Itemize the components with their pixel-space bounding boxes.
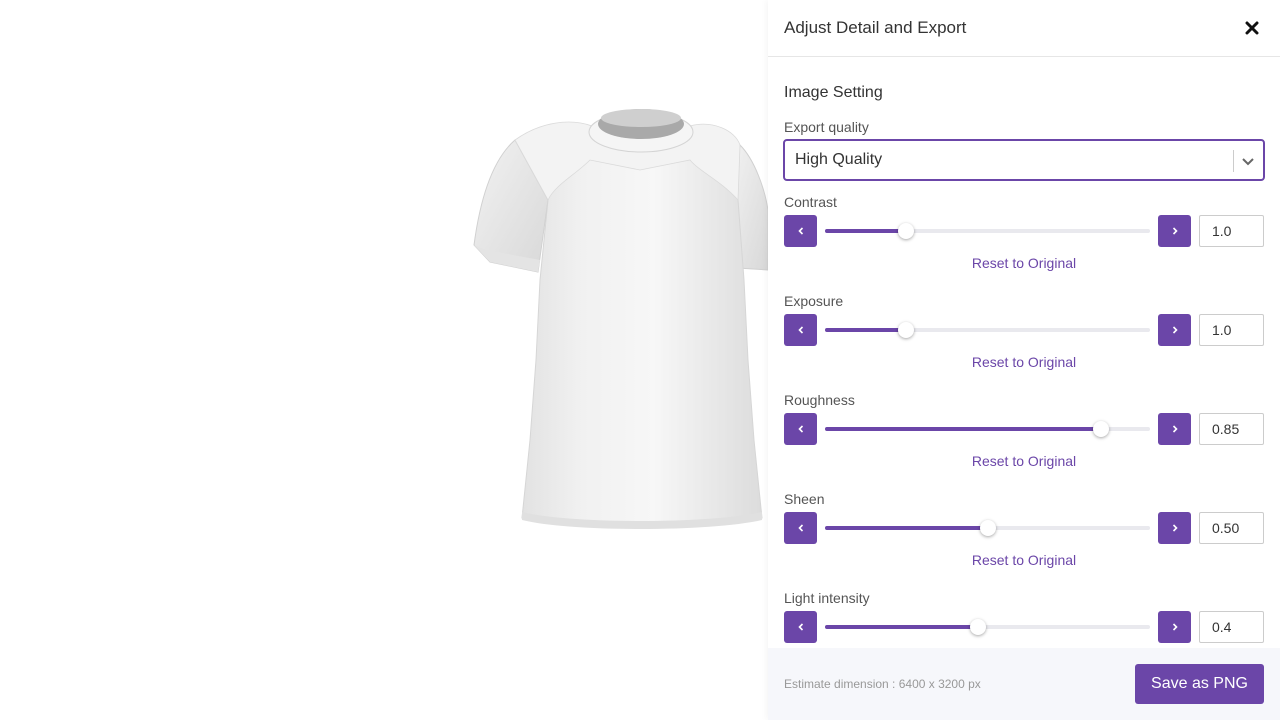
adjust-export-panel: Adjust Detail and Export Image Setting E… (768, 0, 1280, 720)
light-intensity-decrease-button[interactable] (784, 611, 817, 643)
contrast-increase-button[interactable] (1158, 215, 1191, 247)
sheen-decrease-button[interactable] (784, 512, 817, 544)
chevron-right-icon (1172, 425, 1178, 433)
contrast-decrease-button[interactable] (784, 215, 817, 247)
roughness-decrease-button[interactable] (784, 413, 817, 445)
select-separator (1233, 150, 1234, 172)
product-3d-viewport[interactable] (0, 0, 768, 720)
chevron-left-icon (797, 425, 803, 433)
estimate-dimension-text: Estimate dimension : 6400 x 3200 px (784, 677, 981, 691)
contrast-slider-handle[interactable] (898, 223, 915, 239)
export-quality-label: Export quality (784, 119, 869, 135)
light-intensity-increase-button[interactable] (1158, 611, 1191, 643)
close-icon[interactable] (1240, 16, 1264, 40)
exposure-slider-handle[interactable] (898, 322, 915, 338)
sheen-reset-link[interactable]: Reset to Original (768, 552, 1280, 568)
export-quality-value: High Quality (795, 151, 883, 168)
sheen-increase-button[interactable] (1158, 512, 1191, 544)
panel-footer: Estimate dimension : 6400 x 3200 px Save… (768, 648, 1280, 720)
tshirt-preview-image (473, 109, 768, 529)
light-intensity-slider[interactable] (825, 619, 1150, 635)
sheen-value-input[interactable]: 0.50 (1199, 512, 1264, 544)
sheen-slider[interactable] (825, 520, 1150, 536)
exposure-slider[interactable] (825, 322, 1150, 338)
roughness-slider[interactable] (825, 421, 1150, 437)
chevron-right-icon (1172, 326, 1178, 334)
light-intensity-value-input[interactable]: 0.4 (1199, 611, 1264, 643)
roughness-value-input[interactable]: 0.85 (1199, 413, 1264, 445)
sheen-slider-handle[interactable] (979, 520, 996, 536)
exposure-value-input[interactable]: 1.0 (1199, 314, 1264, 346)
roughness-reset-link[interactable]: Reset to Original (768, 453, 1280, 469)
contrast-reset-link[interactable]: Reset to Original (768, 255, 1280, 271)
exposure-decrease-button[interactable] (784, 314, 817, 346)
panel-title: Adjust Detail and Export (784, 18, 967, 37)
light-intensity-label: Light intensity (784, 590, 870, 606)
contrast-control: 1.0 (784, 215, 1264, 247)
roughness-control: 0.85 (784, 413, 1264, 445)
panel-header: Adjust Detail and Export (768, 0, 1280, 57)
exposure-control: 1.0 (784, 314, 1264, 346)
chevron-left-icon (797, 524, 803, 532)
contrast-value-input[interactable]: 1.0 (1199, 215, 1264, 247)
chevron-left-icon (797, 227, 803, 235)
chevron-down-icon (1239, 152, 1257, 170)
exposure-increase-button[interactable] (1158, 314, 1191, 346)
roughness-label: Roughness (784, 392, 855, 408)
exposure-label: Exposure (784, 293, 844, 309)
exposure-reset-link[interactable]: Reset to Original (768, 354, 1280, 370)
roughness-increase-button[interactable] (1158, 413, 1191, 445)
export-quality-select[interactable]: High Quality (783, 139, 1265, 181)
roughness-slider-handle[interactable] (1093, 421, 1110, 437)
sheen-control: 0.50 (784, 512, 1264, 544)
section-title: Image Setting (784, 84, 883, 101)
chevron-right-icon (1172, 524, 1178, 532)
chevron-left-icon (797, 623, 803, 631)
light-intensity-slider-handle[interactable] (969, 619, 986, 635)
chevron-left-icon (797, 326, 803, 334)
chevron-right-icon (1172, 227, 1178, 235)
save-as-png-button[interactable]: Save as PNG (1135, 664, 1264, 704)
sheen-label: Sheen (784, 491, 825, 507)
light-intensity-control: 0.4 (784, 611, 1264, 643)
contrast-slider[interactable] (825, 223, 1150, 239)
contrast-label: Contrast (784, 194, 837, 210)
chevron-right-icon (1172, 623, 1178, 631)
